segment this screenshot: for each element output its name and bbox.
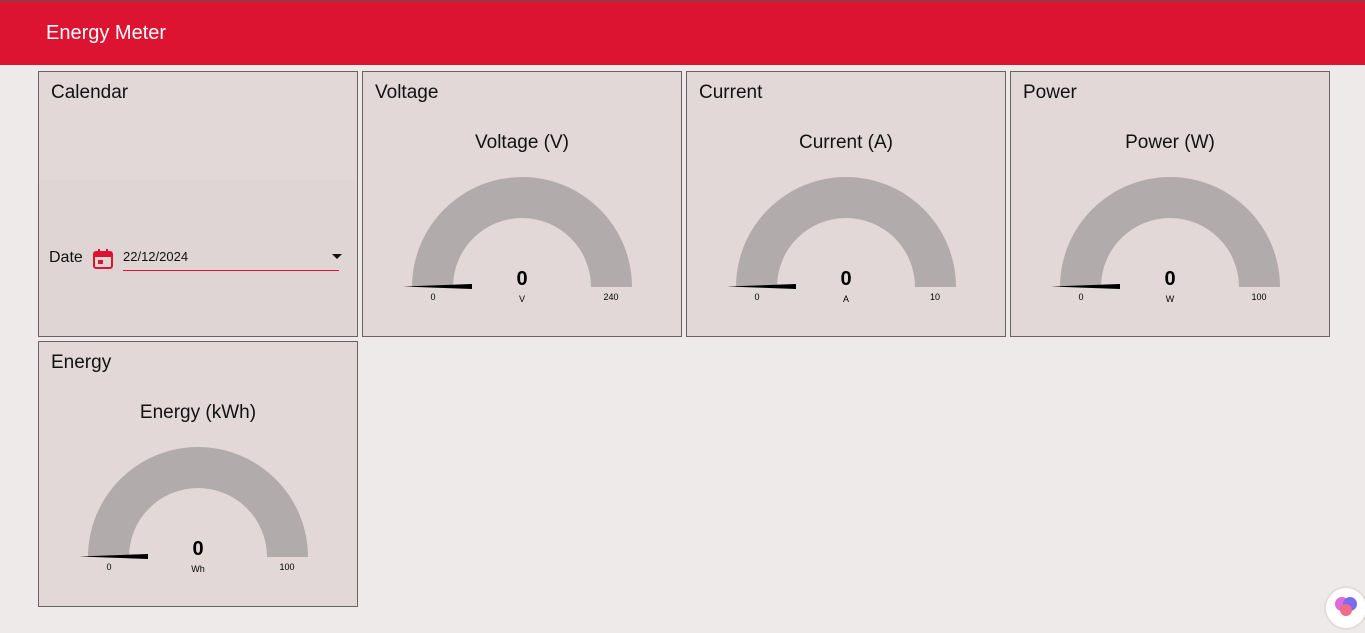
gauge-max: 10 (930, 292, 940, 302)
energy-card: Energy Energy (kWh) 0 Wh 0 100 (38, 341, 358, 607)
gauge-value: 0 (840, 268, 851, 290)
gauge-unit: A (843, 294, 849, 304)
app-title: Energy Meter (46, 22, 167, 44)
gauge-title: Energy (kWh) (139, 402, 257, 423)
date-input-underline (123, 270, 339, 271)
voltage-gauge: 0 V 0 240 (403, 177, 632, 304)
current-card: Current Current (A) 0 A 0 10 (686, 71, 1006, 337)
power-card: Power Power (W) 0 W 0 100 (1010, 71, 1330, 337)
gauge-min: 0 (1078, 292, 1083, 302)
brain-icon[interactable] (1326, 588, 1365, 628)
gauge-min: 0 (106, 562, 111, 572)
gauge-title: Power (W) (1125, 132, 1215, 153)
gauge-max: 240 (603, 292, 618, 302)
gauge-min: 0 (754, 292, 759, 302)
gauge-value: 0 (192, 538, 203, 560)
energy-gauge: 0 Wh 0 100 (79, 447, 308, 574)
card-title: Power (1023, 82, 1077, 103)
calendar-body (39, 180, 357, 336)
app-header: Energy Meter (0, 1, 1365, 65)
date-input[interactable]: 22/12/2024 (123, 249, 188, 264)
gauge-unit: V (519, 294, 525, 304)
current-gauge: 0 A 0 10 (727, 177, 956, 304)
gauge-max: 100 (1251, 292, 1266, 302)
voltage-card: Voltage Voltage (V) 0 V 0 240 (362, 71, 682, 337)
calendar-icon[interactable] (92, 248, 114, 275)
gauge-title: Current (A) (799, 132, 893, 153)
card-title: Voltage (375, 82, 439, 103)
gauge-value: 0 (516, 268, 527, 290)
card-title: Energy (51, 352, 112, 373)
gauge-unit: W (1166, 294, 1175, 304)
chevron-down-icon[interactable] (332, 254, 342, 259)
card-title: Current (699, 82, 763, 103)
power-gauge: 0 W 0 100 (1051, 177, 1280, 304)
calendar-card: Calendar Date 22/12/2024 (38, 71, 358, 337)
date-label: Date (49, 249, 83, 266)
gauge-value: 0 (1164, 268, 1175, 290)
gauge-title: Voltage (V) (475, 132, 569, 153)
gauge-min: 0 (430, 292, 435, 302)
gauge-unit: Wh (191, 564, 205, 574)
card-title: Calendar (51, 82, 129, 103)
gauge-max: 100 (279, 562, 294, 572)
